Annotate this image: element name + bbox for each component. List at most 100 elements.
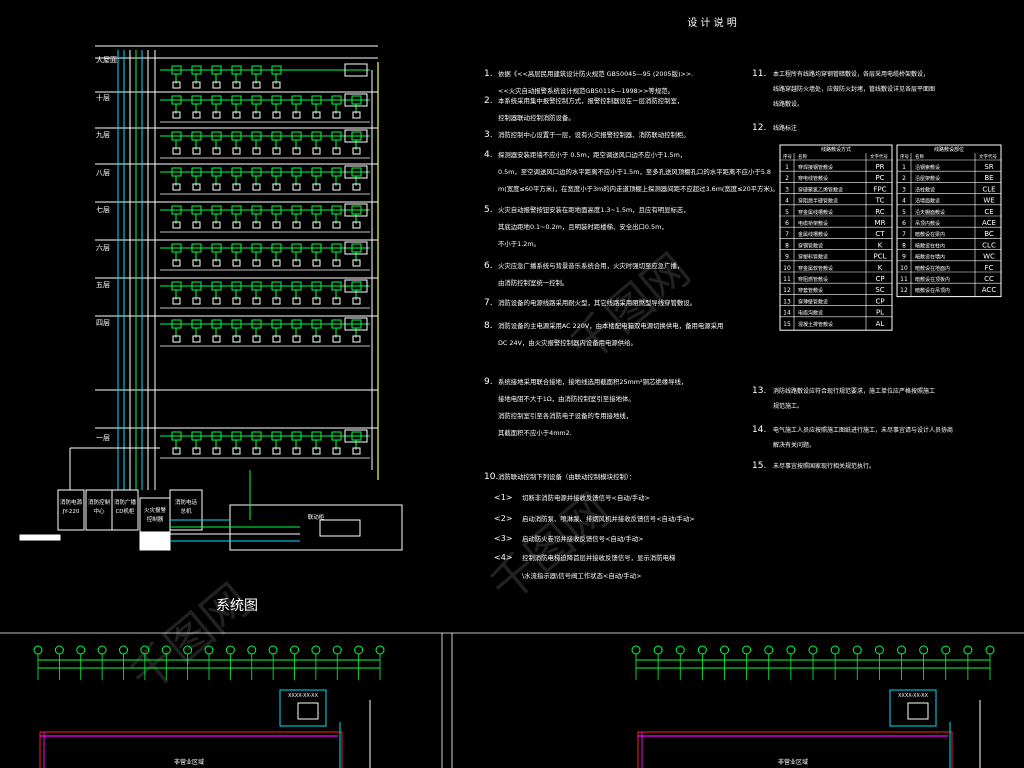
equipment-label: 火灾报警 (144, 506, 167, 514)
floor-label: 八层 (96, 169, 110, 177)
note-number: 3. (484, 130, 493, 140)
table-cell: PR (875, 163, 884, 171)
table-cell: FPC (873, 185, 886, 193)
table-cell: 1 (785, 164, 789, 171)
table-cell: K (878, 241, 883, 249)
axis-bubble (720, 645, 729, 655)
drawing-svg: 千图网千图网千图网 大屋面十层九层八层七层六层五层四层一层消防电源JY-220消… (0, 16, 1024, 768)
table-cell: 暗敷设在梁内 (915, 231, 945, 238)
equipment-label: CD机柜 (115, 507, 135, 515)
note-line: 依据《<<高层民用建筑设计防火规范 GB50045—95 (2005版)>>. (498, 69, 693, 78)
table-cell: 穿阻燃半硬管敷设 (798, 198, 838, 205)
control-room-label: XXXX-XX-XX (288, 693, 319, 699)
sub-item-number: <3> (494, 534, 513, 543)
equipment-label: 消防电源 (60, 498, 83, 506)
cad-drawing-canvas: { "watermark": "千图网", "system_diagram": … (0, 0, 1024, 768)
table-header: 线路敷设部位 (934, 146, 964, 153)
floor-label: 大屋面 (96, 55, 117, 64)
equipment-label: 消防控制 (88, 498, 111, 506)
table-cell: 8 (785, 242, 789, 249)
table-cell: 10 (783, 265, 791, 272)
axis-bubble (852, 645, 862, 655)
table-cell: ACE (982, 219, 996, 227)
table-cell: 穿钢管敷设 (798, 242, 823, 249)
table-cell: 金属线槽敷设 (798, 231, 828, 238)
axis-bubble (919, 645, 929, 655)
table-cell: 穿硬聚氯乙烯管敷设 (798, 186, 843, 193)
note-line: 控制器联动控制消防设备。 (498, 113, 575, 122)
table-col-label: 文字代号 (870, 153, 888, 160)
note-number: 9. (484, 377, 493, 387)
table-cell: 11 (900, 276, 908, 283)
table-cell: 吊顶内敷设 (915, 220, 940, 227)
table-cell: 穿焊接钢管敷设 (798, 164, 833, 171)
note-number: 10. (484, 472, 498, 482)
table-cell: PCL (873, 253, 886, 261)
sub-item-text: \水流指示器\信号阀工作状态<自动/手动> (522, 571, 641, 580)
axis-bubble (119, 645, 128, 655)
note-line: 其截面积不应小于4mm2. (498, 428, 572, 437)
axis-bubble (742, 645, 752, 655)
legend-tables: 线路敷设方式序号 名称 文字代号1 穿焊接钢管敷设 PR2 穿电线管敷设 PC3 穿硬聚氯乙烯… (779, 144, 1002, 331)
table-cell: 4 (902, 198, 906, 205)
table-cell: 沿钢索敷设 (915, 164, 940, 171)
note-line: 线路标注 (773, 124, 797, 132)
note-line: 线路敷设。 (773, 100, 803, 108)
base-box (19, 534, 61, 541)
axis-bubble (830, 645, 840, 655)
floor-label: 一层 (96, 434, 110, 442)
table-cell: WE (983, 197, 994, 205)
table-cell: WC (983, 253, 995, 261)
watermark-text: 千图网 (120, 573, 260, 703)
table-cell: 暗敷设在吊顶内 (915, 287, 950, 294)
axis-bubble (54, 645, 64, 655)
note-line: 消防控制中心设置于一层，设有火灾报警控制器、消防联动控制柜。 (498, 130, 690, 139)
axis-bubble (311, 645, 321, 655)
floor-label: 十层 (96, 93, 110, 102)
note-line: 探测器安装距墙不应小于 0.5m，距空调送风口边不应小于1.5m， (498, 150, 686, 159)
sub-item-number: <2> (494, 514, 513, 523)
axis-bubble (808, 645, 818, 655)
table-cell: FC (985, 264, 994, 272)
axis-bubble (675, 645, 685, 655)
table-cell: PC (875, 174, 884, 182)
axis-bubble (332, 645, 342, 655)
table-cell: CC (984, 275, 994, 283)
note-number: 7. (484, 298, 493, 308)
table-cell: 沿墙面敷设 (915, 198, 940, 205)
axis-bubble (897, 645, 906, 655)
table-cell: 暗敷设在柱内 (915, 242, 945, 249)
floor-label: 六层 (96, 243, 110, 252)
table-cell: 电缆沟敷设 (798, 310, 823, 317)
table-cell: CP (875, 275, 884, 283)
sub-item-number: <1> (494, 493, 513, 502)
floor-label: 五层 (96, 281, 110, 289)
table-cell: 7 (785, 231, 789, 238)
table-cell: 7 (902, 231, 906, 238)
axis-bubble (225, 645, 235, 655)
table-cell: 8 (902, 242, 906, 249)
cabinet-box (139, 531, 171, 551)
note-line: 消防线路敷设应符合现行规范要求，施工单位应严格按照施工 (773, 387, 935, 395)
equipment-label: 消防电话 (175, 498, 198, 506)
table-cell: 3 (902, 186, 906, 193)
equipment-label: 中心 (93, 507, 105, 515)
system-diagram: 大屋面十层九层八层七层六层五层四层一层消防电源 JY-220 消防控制中心 消防广播C… (19, 45, 403, 614)
note-line: <<火灾自动报警系统设计规范GB50116—1998>>等规范。 (498, 86, 674, 95)
note-number: 15. (752, 461, 766, 471)
note-line: 消防设备的主电源采用AC 220V，由本楼配电箱双电源切换供电，备用电源采用 (498, 321, 723, 330)
table-cell: TC (875, 197, 885, 205)
axis-bubble (375, 645, 385, 655)
table-cell: SC (875, 286, 884, 294)
table-cell: 穿电线管敷设 (798, 175, 828, 182)
table-cell: 12 (900, 287, 908, 294)
note-number: 12. (752, 123, 766, 133)
note-number: 5. (484, 205, 493, 215)
axis-bubble (76, 645, 86, 655)
table-cell: RC (875, 208, 885, 216)
note-number: 8. (484, 321, 493, 331)
axis-bubble (290, 645, 299, 655)
table-header: 线路敷设方式 (821, 146, 851, 153)
axis-bubble (268, 645, 278, 655)
watermark-text: 千图网 (480, 483, 620, 613)
